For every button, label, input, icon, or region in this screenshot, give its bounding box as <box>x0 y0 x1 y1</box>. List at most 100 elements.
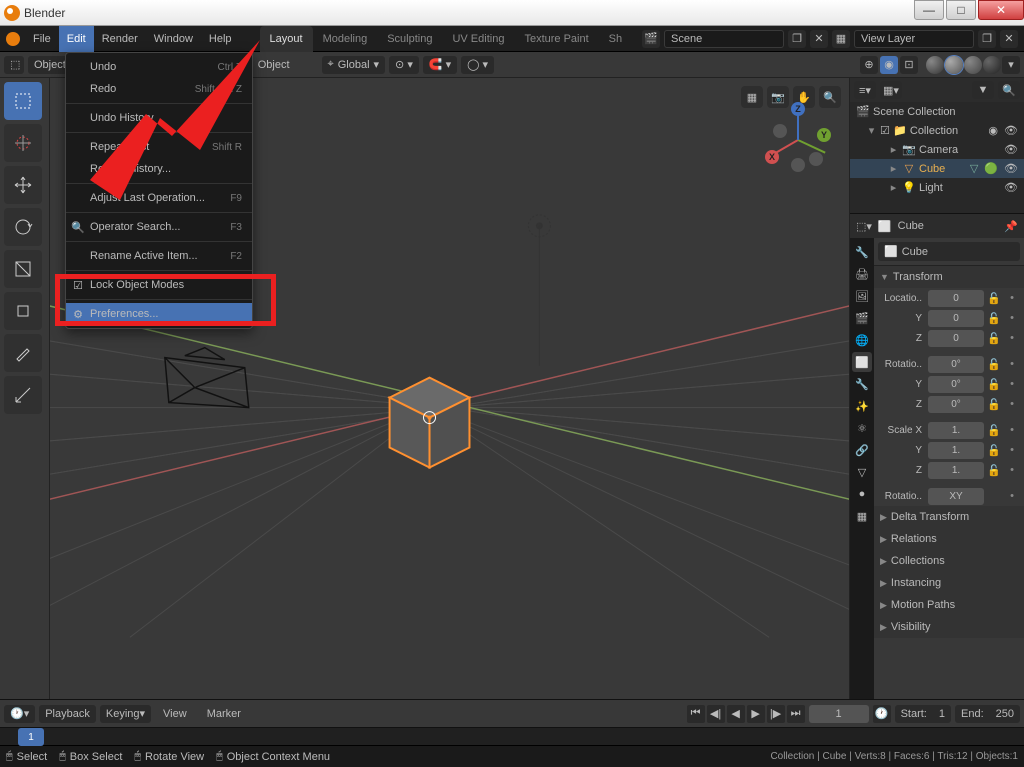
gizmo-toggle[interactable]: ⊕ <box>860 56 878 74</box>
tab-material[interactable]: ● <box>852 484 872 504</box>
shading-options[interactable]: ▾ <box>1002 56 1020 74</box>
timeline-marker-menu[interactable]: Marker <box>199 701 249 727</box>
section-delta[interactable]: ▶Delta Transform <box>874 506 1024 528</box>
lock-icon[interactable]: 🔓 <box>986 462 1002 478</box>
viewlayer-new-button[interactable]: ❐ <box>978 30 996 48</box>
scene-delete-button[interactable]: ✕ <box>810 30 828 48</box>
tool-measure[interactable] <box>4 376 42 414</box>
snap-toggle[interactable]: 🧲 ▾ <box>423 56 457 74</box>
viewlayer-browse-button[interactable]: ▦ <box>832 30 850 48</box>
menuitem-adjust-last[interactable]: Adjust Last Operation...F9 <box>66 187 252 209</box>
outliner-type-select[interactable]: ≡▾ <box>854 81 876 99</box>
menu-render[interactable]: Render <box>94 26 146 52</box>
pivot-select[interactable]: ⊙ ▾ <box>389 56 419 74</box>
jump-end-button[interactable]: ⏭ <box>787 705 805 723</box>
section-visibility[interactable]: ▶Visibility <box>874 616 1024 638</box>
scale-z-input[interactable]: 1. <box>928 462 984 479</box>
scene-new-button[interactable]: ❐ <box>788 30 806 48</box>
outliner-display-button[interactable]: ▦▾ <box>880 81 902 99</box>
outliner-light[interactable]: Light <box>919 182 943 194</box>
lock-icon[interactable]: 🔓 <box>986 330 1002 346</box>
xray-toggle[interactable]: ⊡ <box>900 56 918 74</box>
search-icon[interactable]: 🔍 <box>998 81 1020 99</box>
tool-rotate[interactable] <box>4 208 42 246</box>
tab-sculpting[interactable]: Sculpting <box>377 26 442 52</box>
filter-icon[interactable]: ▼ <box>972 81 994 99</box>
current-frame-input[interactable]: 1 <box>809 705 869 723</box>
play-button[interactable]: ▶ <box>747 705 765 723</box>
menuitem-undo[interactable]: UndoCtrl Z <box>66 56 252 78</box>
tab-object[interactable]: ⬜ <box>852 352 872 372</box>
minimize-button[interactable]: — <box>914 0 944 20</box>
timeline-type-select[interactable]: 🕐▾ <box>4 705 35 723</box>
tool-scale[interactable] <box>4 250 42 288</box>
tab-modifiers[interactable]: 🔧 <box>852 374 872 394</box>
next-keyframe-button[interactable]: |▶ <box>767 705 785 723</box>
properties-type-select[interactable]: ⬚▾ <box>856 220 872 233</box>
menuitem-rename[interactable]: Rename Active Item...F2 <box>66 245 252 267</box>
menuitem-lock-modes[interactable]: ☑Lock Object Modes <box>66 274 252 296</box>
keying-menu[interactable]: Keying ▾ <box>100 705 151 723</box>
menuitem-operator-search[interactable]: 🔍Operator Search...F3 <box>66 216 252 238</box>
rotation-x-input[interactable]: 0° <box>928 356 984 373</box>
viewport-camera-icon[interactable]: ▦ <box>741 86 763 108</box>
tab-uv[interactable]: UV Editing <box>442 26 514 52</box>
lock-icon[interactable]: 🔓 <box>986 442 1002 458</box>
playback-menu[interactable]: Playback <box>39 705 96 723</box>
tab-particles[interactable]: ✨ <box>852 396 872 416</box>
tab-data[interactable]: ▽ <box>852 462 872 482</box>
lock-icon[interactable]: 🔓 <box>986 376 1002 392</box>
menu-window[interactable]: Window <box>146 26 201 52</box>
visibility-toggle[interactable]: 👁 <box>1004 162 1018 175</box>
tab-modeling[interactable]: Modeling <box>313 26 378 52</box>
location-y-input[interactable]: 0 <box>928 310 984 327</box>
object-name-input[interactable]: Cube <box>902 246 928 258</box>
scale-x-input[interactable]: 1. <box>928 422 984 439</box>
menuitem-redo[interactable]: RedoShift Ctrl Z <box>66 78 252 100</box>
rotation-z-input[interactable]: 0° <box>928 396 984 413</box>
timeline-view-menu[interactable]: View <box>155 701 195 727</box>
tab-output[interactable]: 🖨 <box>852 264 872 284</box>
section-instancing[interactable]: ▶Instancing <box>874 572 1024 594</box>
tab-world[interactable]: 🌐 <box>852 330 872 350</box>
section-transform[interactable]: ▼Transform <box>874 266 1024 288</box>
visibility-toggle[interactable]: ◉ <box>988 124 998 137</box>
scene-name-input[interactable]: Scene <box>664 30 784 48</box>
tool-annotate[interactable] <box>4 334 42 372</box>
viewport-menu-object[interactable]: Object <box>250 52 298 78</box>
rotation-mode-select[interactable]: XY <box>928 488 984 505</box>
rotation-y-input[interactable]: 0° <box>928 376 984 393</box>
tool-move[interactable] <box>4 166 42 204</box>
outliner[interactable]: 🎬Scene Collection ▾☑📁Collection◉👁 ▸📷Came… <box>850 102 1024 214</box>
shading-wireframe[interactable] <box>926 56 944 74</box>
tab-layout[interactable]: Layout <box>260 26 313 52</box>
tool-transform[interactable] <box>4 292 42 330</box>
playhead[interactable]: 1 <box>18 728 44 746</box>
tab-render[interactable]: 🔧 <box>852 242 872 262</box>
tab-constraints[interactable]: 🔗 <box>852 440 872 460</box>
tab-scene[interactable]: 🎬 <box>852 308 872 328</box>
start-frame-input[interactable]: 1 <box>939 708 945 720</box>
visibility-toggle[interactable]: 👁 <box>1004 143 1018 156</box>
lock-icon[interactable]: 🔓 <box>986 356 1002 372</box>
shading-solid[interactable] <box>945 56 963 74</box>
location-x-input[interactable]: 0 <box>928 290 984 307</box>
menuitem-repeat-history[interactable]: Repeat History... <box>66 158 252 180</box>
tab-viewlayer[interactable]: 🖼 <box>852 286 872 306</box>
outliner-camera[interactable]: Camera <box>919 144 958 156</box>
lock-icon[interactable]: 🔓 <box>986 310 1002 326</box>
pin-icon[interactable]: 📌 <box>1004 220 1018 233</box>
location-z-input[interactable]: 0 <box>928 330 984 347</box>
outliner-cube[interactable]: Cube <box>919 163 945 175</box>
lock-icon[interactable]: 🔓 <box>986 290 1002 306</box>
viewport-zoom-button[interactable]: 🔍 <box>819 86 841 108</box>
menu-help[interactable]: Help <box>201 26 240 52</box>
play-reverse-button[interactable]: ◀ <box>727 705 745 723</box>
lock-icon[interactable]: 🔓 <box>986 396 1002 412</box>
jump-start-button[interactable]: ⏮ <box>687 705 705 723</box>
tool-cursor[interactable] <box>4 124 42 162</box>
orientation-select[interactable]: ⌖ Global ▾ <box>322 56 386 74</box>
tab-physics[interactable]: ⚛ <box>852 418 872 438</box>
scale-y-input[interactable]: 1. <box>928 442 984 459</box>
overlay-toggle[interactable]: ◉ <box>880 56 898 74</box>
